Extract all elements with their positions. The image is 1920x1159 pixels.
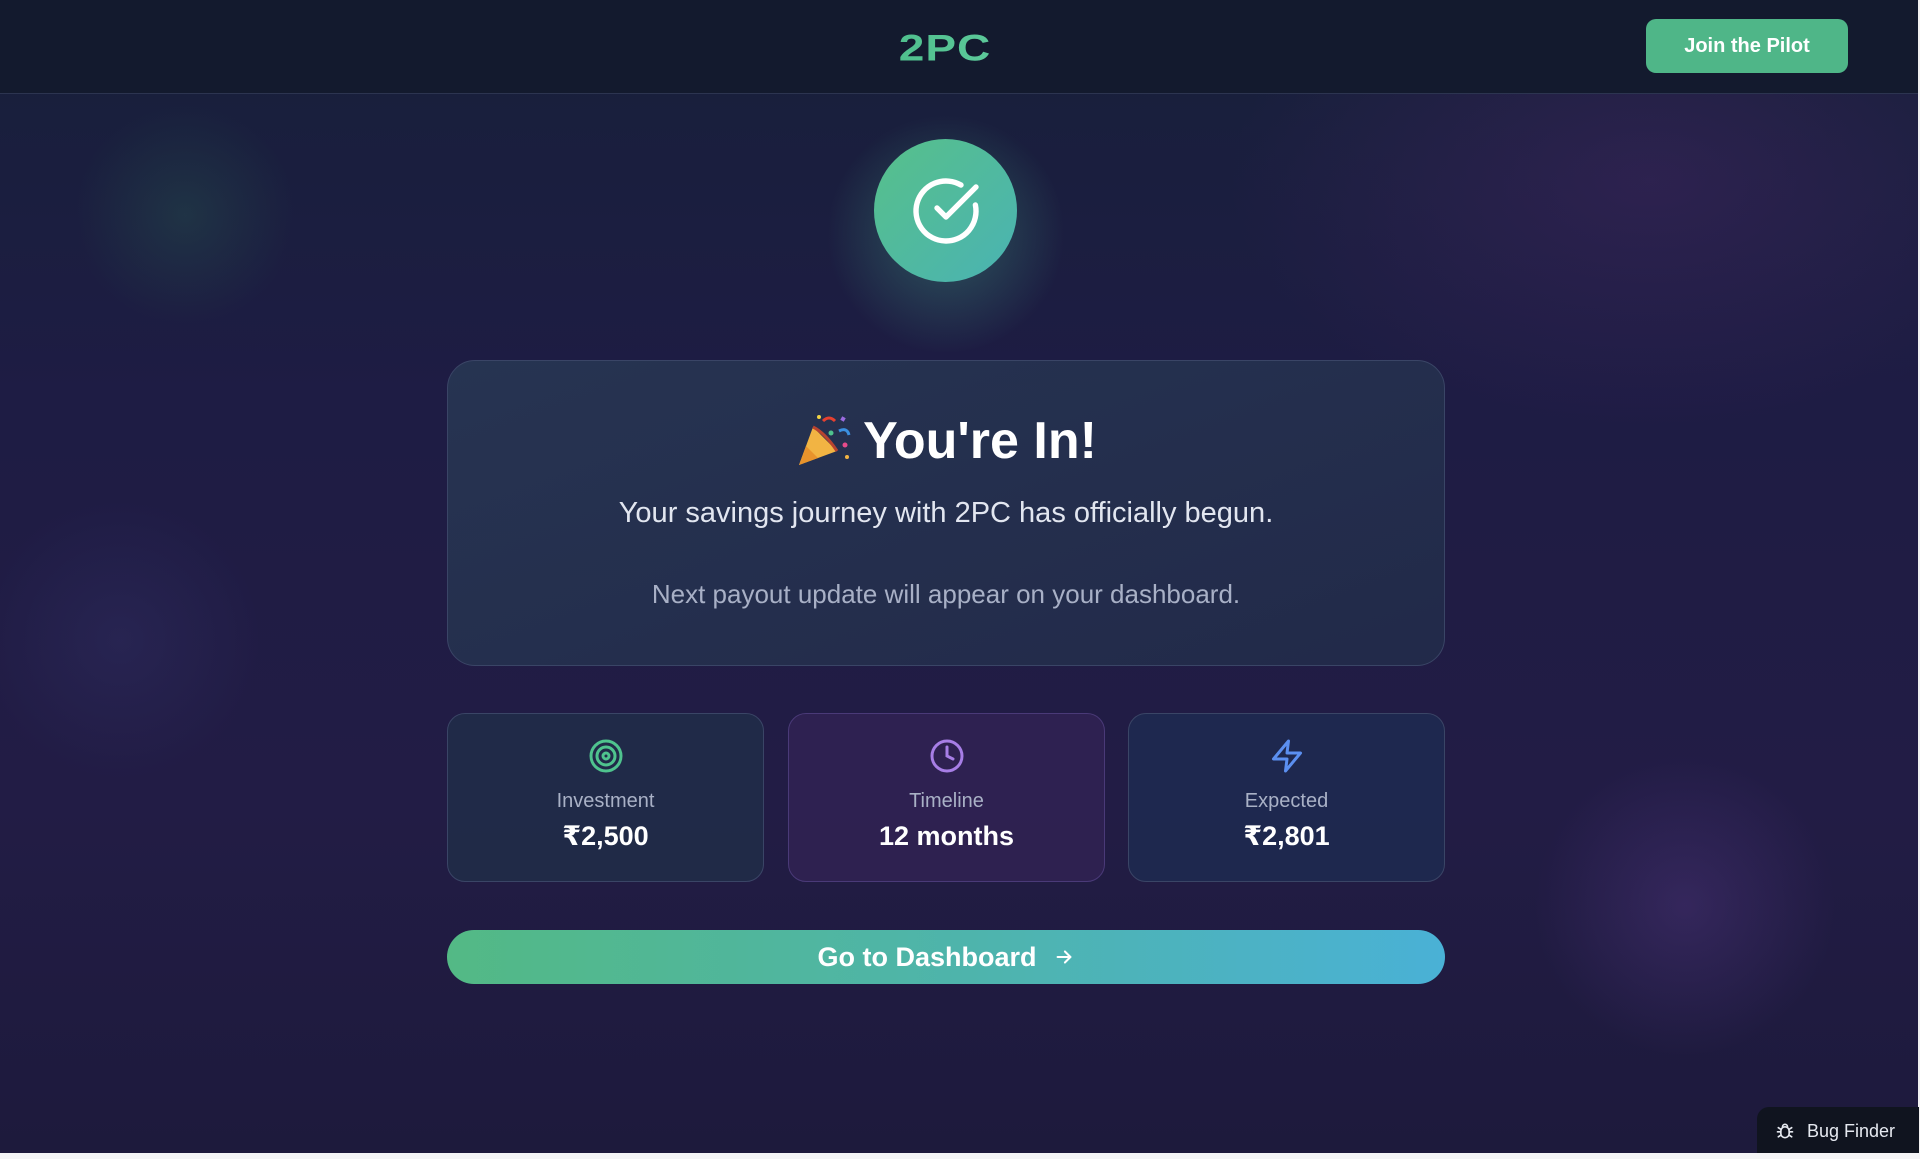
target-icon bbox=[589, 739, 622, 773]
payout-note: Next payout update will appear on your d… bbox=[651, 579, 1241, 609]
lightning-icon bbox=[1271, 739, 1302, 773]
bug-finder-label: Bug Finder bbox=[1807, 1120, 1896, 1141]
stat-label: Expected bbox=[1244, 790, 1329, 812]
stat-value: 12 months bbox=[878, 821, 1015, 851]
stat-card-timeline: Timeline 12 months bbox=[788, 713, 1105, 882]
bug-icon bbox=[1776, 1123, 1794, 1139]
join-pilot-button[interactable]: Join the Pilot bbox=[1646, 19, 1848, 73]
stat-card-expected: Expected ₹2,801 bbox=[1128, 713, 1445, 882]
go-to-dashboard-button[interactable]: Go to Dashboard bbox=[447, 930, 1445, 984]
success-badge bbox=[874, 139, 1017, 282]
arrow-right-icon bbox=[1056, 950, 1071, 964]
clock-icon bbox=[930, 739, 963, 773]
stat-label: Timeline bbox=[909, 790, 984, 812]
bottom-edge bbox=[0, 1153, 1920, 1159]
app-root: 2PC Join the Pilot You're In! Your savin… bbox=[0, 0, 1920, 1153]
success-card: You're In! Your savings journey with 2PC… bbox=[447, 360, 1445, 666]
dashboard-button-label: Go to Dashboard bbox=[817, 941, 1037, 972]
success-title: You're In! bbox=[863, 412, 1097, 470]
bug-finder-button[interactable]: Bug Finder bbox=[1757, 1107, 1919, 1153]
check-circle-icon bbox=[912, 177, 979, 244]
stat-value: ₹2,801 bbox=[1243, 821, 1330, 851]
logo-text: 2PC bbox=[899, 27, 991, 68]
logo[interactable]: 2PC bbox=[875, 24, 1015, 68]
stat-card-investment: Investment ₹2,500 bbox=[447, 713, 764, 882]
party-popper-icon bbox=[799, 415, 851, 465]
stat-label: Investment bbox=[556, 790, 655, 812]
stat-value: ₹2,500 bbox=[562, 821, 649, 851]
success-subtitle: Your savings journey with 2PC has offici… bbox=[618, 497, 1274, 529]
success-title-row: You're In! bbox=[448, 411, 1444, 471]
top-header: 2PC Join the Pilot bbox=[0, 0, 1918, 94]
